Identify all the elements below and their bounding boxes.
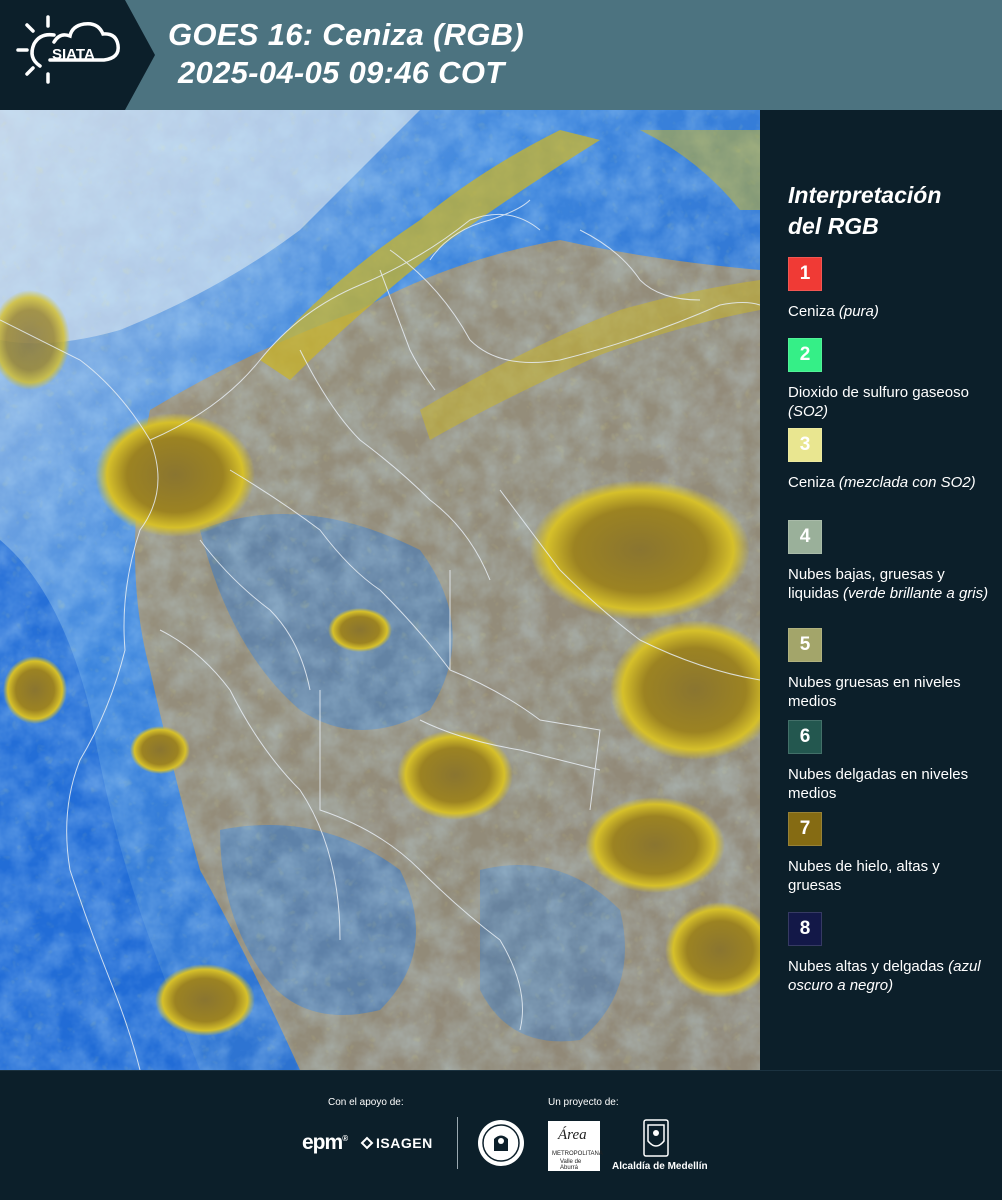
page-title: GOES 16: Ceniza (RGB) 2025-04-05 09:46 C… [168,16,524,92]
legend-swatch-2: 2 [788,338,822,372]
project-label: Un proyecto de: [548,1097,619,1108]
header-bar: SIATA GOES 16: Ceniza (RGB) 2025-04-05 0… [0,0,1002,110]
legend-item-8: 8 Nubes altas y delgadas (azul oscuro a n… [788,912,993,995]
epm-logo[interactable]: epm® [302,1131,348,1155]
legend-swatch-4: 4 [788,520,822,554]
siata-logo[interactable]: SIATA [0,0,155,110]
legend-label-4: Nubes bajas, gruesas y liquidas (verde b… [788,565,993,603]
legend-label-text: Dioxido de sulfuro gaseoso [788,384,969,401]
legend-label-text: Nubes gruesas en niveles medios [788,674,961,710]
legend-item-4: 4 Nubes bajas, gruesas y liquidas (verde … [788,520,993,603]
isagen-mark-icon [360,1136,374,1150]
legend-label-note: (pura) [838,303,879,320]
footer: Con el apoyo de: Un proyecto de: epm® IS… [0,1070,1002,1200]
legend-label-8: Nubes altas y delgadas (azul oscuro a ne… [788,957,993,995]
legend-item-5: 5 Nubes gruesas en niveles medios [788,628,993,711]
legend-label-text: Ceniza [788,474,835,491]
isagen-logo-text: ISAGEN [376,1135,433,1151]
legend-label-text: Nubes de hielo, altas y gruesas [788,858,940,894]
legend-item-1: 1 Ceniza (pura) [788,257,993,321]
isagen-logo[interactable]: ISAGEN [360,1135,433,1151]
legend-swatch-6: 6 [788,720,822,754]
legend-label-note: (mezclada con SO2) [838,474,976,491]
legend-label-5: Nubes gruesas en niveles medios [788,673,993,711]
legend-title: Interpretación del RGB [788,180,941,242]
amva-logo-subtext: Valle de Aburrá [560,1159,582,1171]
legend-label-3: Ceniza (mezclada con SO2) [788,473,993,492]
legend-swatch-7: 7 [788,812,822,846]
support-label: Con el apoyo de: [328,1097,404,1108]
legend-swatch-5: 5 [788,628,822,662]
satellite-rgb-image [0,110,760,1070]
epm-logo-text: epm [302,1131,343,1154]
epm-registered-mark: ® [342,1134,348,1143]
legend-label-note: (SO2) [788,403,829,420]
area-metropolitana-logo[interactable]: Área METROPOLITANA Valle de Aburrá [548,1121,603,1171]
legend-item-2: 2 Dioxido de sulfuro gaseoso (SO2) [788,338,993,421]
legend-label-text: Nubes delgadas en niveles medios [788,766,969,802]
legend-swatch-3: 3 [788,428,822,462]
siata-logo-text: SIATA [52,46,95,63]
legend-label-text: Nubes altas y delgadas [788,958,944,975]
legend-label-text: Ceniza [788,303,835,320]
legend-panel: Interpretación del RGB 1 Ceniza (pura) 2 Di… [760,110,1002,1070]
legend-item-6: 6 Nubes delgadas en niveles medios [788,720,993,803]
legend-swatch-8: 8 [788,912,822,946]
legend-label-6: Nubes delgadas en niveles medios [788,765,993,803]
amva-logo-text: METROPOLITANA [552,1151,603,1157]
legend-item-3: 3 Ceniza (mezclada con SO2) [788,428,993,492]
legend-swatch-1: 1 [788,257,822,291]
title-line-1: GOES 16: Ceniza (RGB) [168,17,524,52]
legend-label-note: (verde brillante a gris) [843,585,989,602]
legend-label-1: Ceniza (pura) [788,302,993,321]
footer-separator [457,1117,458,1169]
legend-label-7: Nubes de hielo, altas y gruesas [788,857,993,895]
legend-title-line-1: Interpretación [788,182,942,208]
legend-label-2: Dioxido de sulfuro gaseoso (SO2) [788,383,993,421]
legend-item-7: 7 Nubes de hielo, altas y gruesas [788,812,993,895]
title-line-2-timestamp: 2025-04-05 09:46 COT [178,55,505,90]
amva-logo-script: Área [558,1127,587,1143]
university-seal-icon[interactable] [477,1119,525,1172]
legend-title-line-2: del RGB [788,213,879,239]
alcaldia-shield-icon[interactable] [643,1119,669,1162]
alcaldia-label: Alcaldía de Medellín [612,1161,708,1172]
